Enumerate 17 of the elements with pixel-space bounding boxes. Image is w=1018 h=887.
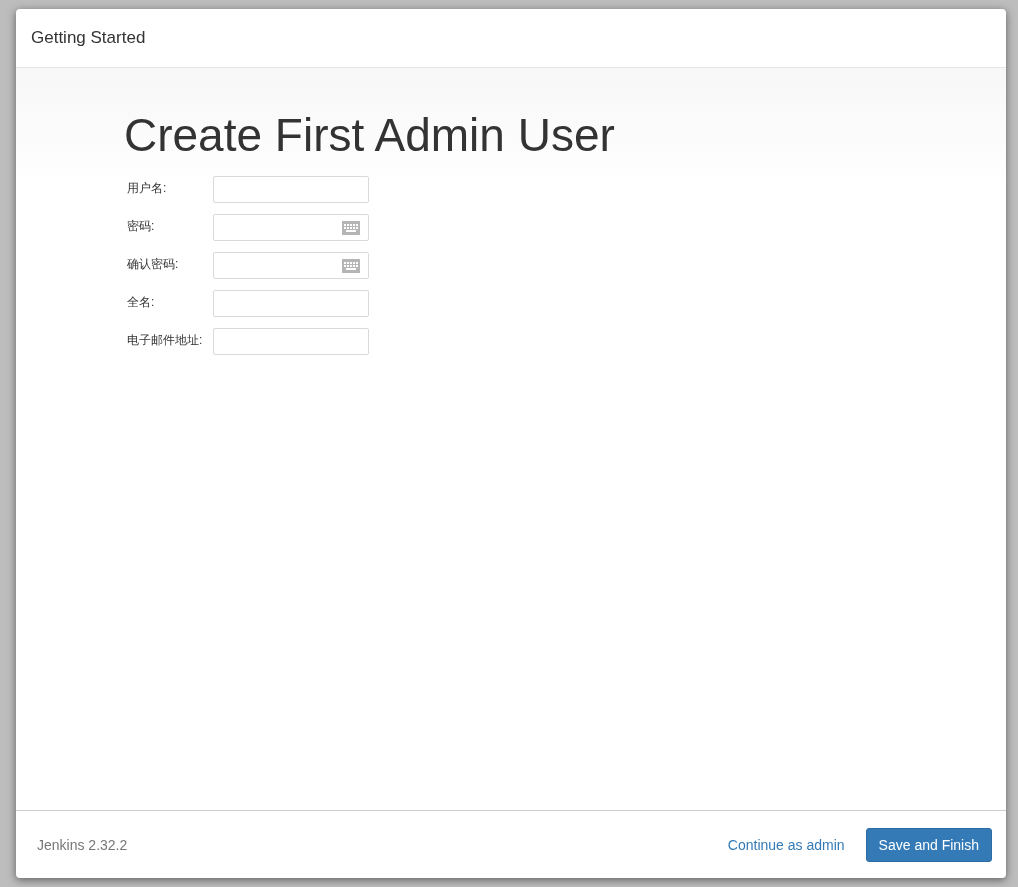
password-field[interactable]: [213, 252, 369, 279]
input-field[interactable]: [213, 328, 369, 355]
field-label: 全名:: [127, 294, 156, 311]
continue-link[interactable]: Continue as admin: [727, 836, 845, 853]
password-field[interactable]: [213, 214, 369, 241]
field-label: 用户名:: [127, 180, 168, 197]
version-label: Jenkins 2.32.2: [37, 836, 128, 853]
input-field[interactable]: [213, 176, 369, 203]
field-label: 电子邮件地址:: [127, 332, 204, 349]
dialog-title: Getting Started: [31, 28, 146, 48]
keyboard-icon: [342, 220, 360, 235]
field-label: 密码:: [127, 218, 156, 235]
field-label: 确认密码:: [127, 256, 180, 273]
keyboard-icon: [342, 258, 360, 273]
input-field[interactable]: [213, 290, 369, 317]
page-heading: Create First Admin User: [124, 108, 616, 162]
save-button[interactable]: Save and Finish: [865, 827, 992, 862]
